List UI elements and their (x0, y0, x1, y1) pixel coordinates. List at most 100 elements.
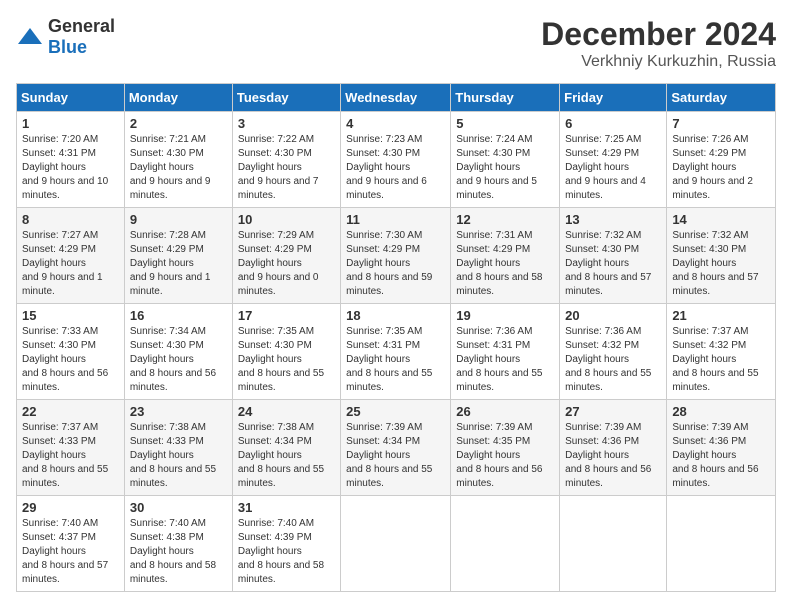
day-info: Sunrise: 7:40 AMSunset: 4:39 PMDaylight … (238, 517, 335, 587)
calendar-week-3: 15 Sunrise: 7:33 AMSunset: 4:30 PMDaylig… (17, 304, 776, 400)
day-info: Sunrise: 7:39 AMSunset: 4:36 PMDaylight … (672, 421, 770, 491)
day-number: 3 (238, 116, 335, 131)
day-info: Sunrise: 7:40 AMSunset: 4:37 PMDaylight … (22, 517, 119, 587)
logo-icon (16, 26, 44, 48)
calendar-cell: 27 Sunrise: 7:39 AMSunset: 4:36 PMDaylig… (560, 400, 667, 496)
calendar-cell (451, 496, 560, 592)
day-info: Sunrise: 7:24 AMSunset: 4:30 PMDaylight … (456, 133, 554, 203)
day-info: Sunrise: 7:34 AMSunset: 4:30 PMDaylight … (130, 325, 227, 395)
calendar-cell: 29 Sunrise: 7:40 AMSunset: 4:37 PMDaylig… (17, 496, 125, 592)
day-number: 7 (672, 116, 770, 131)
day-header-saturday: Saturday (667, 84, 776, 112)
day-number: 19 (456, 308, 554, 323)
day-number: 17 (238, 308, 335, 323)
day-number: 25 (346, 404, 445, 419)
calendar-week-1: 1 Sunrise: 7:20 AMSunset: 4:31 PMDayligh… (17, 112, 776, 208)
day-header-sunday: Sunday (17, 84, 125, 112)
day-info: Sunrise: 7:35 AMSunset: 4:31 PMDaylight … (346, 325, 445, 395)
day-number: 1 (22, 116, 119, 131)
day-number: 21 (672, 308, 770, 323)
day-info: Sunrise: 7:23 AMSunset: 4:30 PMDaylight … (346, 133, 445, 203)
day-number: 20 (565, 308, 661, 323)
day-info: Sunrise: 7:39 AMSunset: 4:36 PMDaylight … (565, 421, 661, 491)
calendar-cell: 10 Sunrise: 7:29 AMSunset: 4:29 PMDaylig… (232, 208, 340, 304)
calendar-cell: 5 Sunrise: 7:24 AMSunset: 4:30 PMDayligh… (451, 112, 560, 208)
day-header-wednesday: Wednesday (341, 84, 451, 112)
day-info: Sunrise: 7:36 AMSunset: 4:32 PMDaylight … (565, 325, 661, 395)
day-number: 22 (22, 404, 119, 419)
day-number: 2 (130, 116, 227, 131)
calendar-cell: 25 Sunrise: 7:39 AMSunset: 4:34 PMDaylig… (341, 400, 451, 496)
day-number: 24 (238, 404, 335, 419)
calendar-cell: 4 Sunrise: 7:23 AMSunset: 4:30 PMDayligh… (341, 112, 451, 208)
month-title: December 2024 (541, 16, 776, 53)
page-header: General Blue December 2024 Verkhniy Kurk… (16, 16, 776, 71)
calendar-cell: 23 Sunrise: 7:38 AMSunset: 4:33 PMDaylig… (124, 400, 232, 496)
day-info: Sunrise: 7:28 AMSunset: 4:29 PMDaylight … (130, 229, 227, 299)
day-info: Sunrise: 7:30 AMSunset: 4:29 PMDaylight … (346, 229, 445, 299)
day-number: 13 (565, 212, 661, 227)
calendar-cell (560, 496, 667, 592)
calendar-cell: 30 Sunrise: 7:40 AMSunset: 4:38 PMDaylig… (124, 496, 232, 592)
calendar-cell: 28 Sunrise: 7:39 AMSunset: 4:36 PMDaylig… (667, 400, 776, 496)
day-number: 9 (130, 212, 227, 227)
day-info: Sunrise: 7:32 AMSunset: 4:30 PMDaylight … (672, 229, 770, 299)
day-info: Sunrise: 7:31 AMSunset: 4:29 PMDaylight … (456, 229, 554, 299)
calendar-cell: 18 Sunrise: 7:35 AMSunset: 4:31 PMDaylig… (341, 304, 451, 400)
calendar-week-5: 29 Sunrise: 7:40 AMSunset: 4:37 PMDaylig… (17, 496, 776, 592)
calendar-cell: 20 Sunrise: 7:36 AMSunset: 4:32 PMDaylig… (560, 304, 667, 400)
day-info: Sunrise: 7:39 AMSunset: 4:34 PMDaylight … (346, 421, 445, 491)
day-info: Sunrise: 7:27 AMSunset: 4:29 PMDaylight … (22, 229, 119, 299)
calendar-cell: 2 Sunrise: 7:21 AMSunset: 4:30 PMDayligh… (124, 112, 232, 208)
day-info: Sunrise: 7:37 AMSunset: 4:33 PMDaylight … (22, 421, 119, 491)
calendar-cell: 22 Sunrise: 7:37 AMSunset: 4:33 PMDaylig… (17, 400, 125, 496)
day-info: Sunrise: 7:29 AMSunset: 4:29 PMDaylight … (238, 229, 335, 299)
calendar-cell: 3 Sunrise: 7:22 AMSunset: 4:30 PMDayligh… (232, 112, 340, 208)
calendar-cell: 11 Sunrise: 7:30 AMSunset: 4:29 PMDaylig… (341, 208, 451, 304)
location-title: Verkhniy Kurkuzhin, Russia (541, 53, 776, 71)
calendar-cell: 15 Sunrise: 7:33 AMSunset: 4:30 PMDaylig… (17, 304, 125, 400)
logo: General Blue (16, 16, 115, 58)
calendar-week-2: 8 Sunrise: 7:27 AMSunset: 4:29 PMDayligh… (17, 208, 776, 304)
day-number: 14 (672, 212, 770, 227)
day-info: Sunrise: 7:33 AMSunset: 4:30 PMDaylight … (22, 325, 119, 395)
day-number: 18 (346, 308, 445, 323)
day-info: Sunrise: 7:39 AMSunset: 4:35 PMDaylight … (456, 421, 554, 491)
day-info: Sunrise: 7:21 AMSunset: 4:30 PMDaylight … (130, 133, 227, 203)
day-number: 12 (456, 212, 554, 227)
day-number: 6 (565, 116, 661, 131)
day-header-tuesday: Tuesday (232, 84, 340, 112)
calendar-cell (667, 496, 776, 592)
day-header-friday: Friday (560, 84, 667, 112)
day-number: 5 (456, 116, 554, 131)
day-info: Sunrise: 7:25 AMSunset: 4:29 PMDaylight … (565, 133, 661, 203)
logo-blue: Blue (48, 37, 87, 57)
calendar-cell: 1 Sunrise: 7:20 AMSunset: 4:31 PMDayligh… (17, 112, 125, 208)
day-info: Sunrise: 7:38 AMSunset: 4:33 PMDaylight … (130, 421, 227, 491)
calendar-cell: 7 Sunrise: 7:26 AMSunset: 4:29 PMDayligh… (667, 112, 776, 208)
calendar-cell: 6 Sunrise: 7:25 AMSunset: 4:29 PMDayligh… (560, 112, 667, 208)
calendar-header-row: SundayMondayTuesdayWednesdayThursdayFrid… (17, 84, 776, 112)
day-number: 8 (22, 212, 119, 227)
day-info: Sunrise: 7:37 AMSunset: 4:32 PMDaylight … (672, 325, 770, 395)
calendar-cell: 21 Sunrise: 7:37 AMSunset: 4:32 PMDaylig… (667, 304, 776, 400)
calendar-cell: 26 Sunrise: 7:39 AMSunset: 4:35 PMDaylig… (451, 400, 560, 496)
day-number: 31 (238, 500, 335, 515)
day-info: Sunrise: 7:26 AMSunset: 4:29 PMDaylight … (672, 133, 770, 203)
day-number: 11 (346, 212, 445, 227)
day-info: Sunrise: 7:20 AMSunset: 4:31 PMDaylight … (22, 133, 119, 203)
day-number: 29 (22, 500, 119, 515)
day-header-monday: Monday (124, 84, 232, 112)
day-number: 4 (346, 116, 445, 131)
day-number: 30 (130, 500, 227, 515)
day-number: 10 (238, 212, 335, 227)
day-header-thursday: Thursday (451, 84, 560, 112)
logo-general: General (48, 16, 115, 36)
day-number: 23 (130, 404, 227, 419)
calendar-cell: 19 Sunrise: 7:36 AMSunset: 4:31 PMDaylig… (451, 304, 560, 400)
day-number: 28 (672, 404, 770, 419)
title-block: December 2024 Verkhniy Kurkuzhin, Russia (541, 16, 776, 71)
day-number: 16 (130, 308, 227, 323)
calendar-cell: 13 Sunrise: 7:32 AMSunset: 4:30 PMDaylig… (560, 208, 667, 304)
day-info: Sunrise: 7:36 AMSunset: 4:31 PMDaylight … (456, 325, 554, 395)
